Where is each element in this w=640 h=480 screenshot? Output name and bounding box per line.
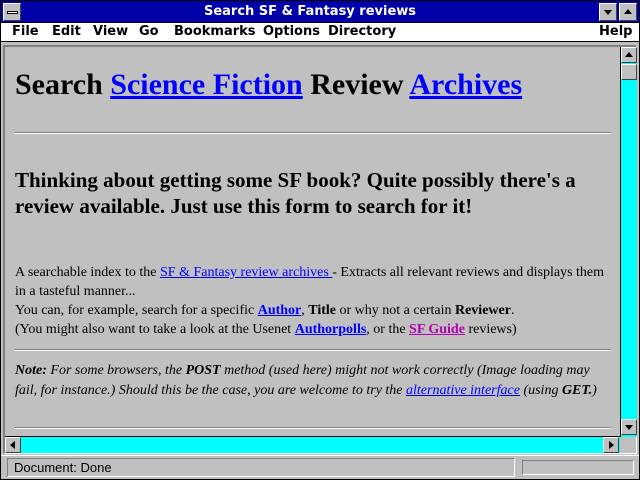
review-archives-link[interactable]: SF & Fantasy review archives <box>160 265 332 280</box>
note-text: For some browsers, the <box>46 363 186 378</box>
intro-text: A searchable index to the <box>15 265 161 280</box>
maximize-icon <box>624 9 632 14</box>
menu-options[interactable]: Options <box>263 24 320 40</box>
page-title: Search Science Fiction Review Archives <box>15 67 522 103</box>
progress-indicator <box>522 460 634 475</box>
menu-edit[interactable]: Edit <box>52 24 81 40</box>
browser-window: Search SF & Fantasy reviews File Edit Vi… <box>0 0 640 480</box>
get-label: GET. <box>561 383 593 398</box>
system-menu-icon <box>7 11 18 14</box>
scroll-left-icon <box>10 441 15 449</box>
scroll-down-icon <box>625 425 633 430</box>
note-text-3: (using <box>519 383 562 398</box>
system-menu-button[interactable] <box>3 3 21 21</box>
title-bar: Search SF & Fantasy reviews <box>1 1 639 23</box>
author-link[interactable]: Author <box>258 303 302 318</box>
science-fiction-link[interactable]: Science Fiction <box>110 68 302 101</box>
scroll-thumb[interactable] <box>621 64 637 80</box>
window-title: Search SF & Fantasy reviews <box>203 4 417 19</box>
subheading: Thinking about getting some SF book? Qui… <box>15 168 576 218</box>
status-text: Document: Done <box>7 458 515 477</box>
note-label: Note: <box>15 363 47 378</box>
alternative-interface-link[interactable]: alternative interface <box>406 383 520 398</box>
menu-directory[interactable]: Directory <box>328 24 396 40</box>
reviewer-label: Reviewer <box>454 303 511 318</box>
archives-link[interactable]: Archives <box>409 68 522 101</box>
title-label: Title <box>308 303 337 318</box>
status-bar: Document: Done <box>1 455 639 479</box>
menu-bar: File Edit View Go Bookmarks Options Dire… <box>1 23 639 42</box>
page-content[interactable]: Search Science Fiction Review Archives T… <box>5 47 617 435</box>
scroll-right-icon <box>609 441 614 449</box>
maximize-button[interactable] <box>619 3 637 21</box>
menu-view[interactable]: View <box>93 24 128 40</box>
line3-text: (You might also want to take a look at t… <box>15 322 295 337</box>
line3-text-2: , or the <box>366 322 410 337</box>
line2-text: You can, for example, search for a speci… <box>15 303 258 318</box>
divider <box>15 132 611 134</box>
sf-guide-link[interactable]: SF Guide <box>409 322 465 337</box>
browser-note: Note: For some browsers, the POST method… <box>15 361 611 401</box>
line3-text-3: reviews) <box>464 322 517 337</box>
scroll-up-icon <box>625 52 633 57</box>
title-text-search: Search <box>15 68 111 101</box>
minimize-icon <box>604 10 612 15</box>
menu-go[interactable]: Go <box>139 24 159 40</box>
scroll-left-button[interactable] <box>5 437 21 453</box>
search-options-line: You can, for example, search for a speci… <box>15 301 615 320</box>
divider <box>15 427 611 429</box>
intro-paragraph: A searchable index to the SF & Fantasy r… <box>15 263 615 301</box>
line2-period: . <box>510 303 515 318</box>
related-links-line: (You might also want to take a look at t… <box>15 320 615 339</box>
authorpolls-link[interactable]: Authorpolls <box>295 322 367 337</box>
horizontal-scrollbar[interactable] <box>5 436 620 453</box>
menu-bookmarks[interactable]: Bookmarks <box>174 24 256 40</box>
line2-text-2: or why not a certain <box>336 303 455 318</box>
menu-file[interactable]: File <box>12 24 39 40</box>
vertical-scrollbar[interactable] <box>620 47 637 437</box>
scroll-up-button[interactable] <box>621 47 637 63</box>
title-text-review: Review <box>302 68 410 101</box>
scroll-down-button[interactable] <box>621 419 637 435</box>
scroll-right-button[interactable] <box>603 437 619 453</box>
note-text-4: ) <box>592 383 597 398</box>
divider <box>15 349 611 351</box>
menu-help[interactable]: Help <box>599 24 632 40</box>
minimize-button[interactable] <box>599 3 617 21</box>
post-label: POST <box>185 363 221 378</box>
